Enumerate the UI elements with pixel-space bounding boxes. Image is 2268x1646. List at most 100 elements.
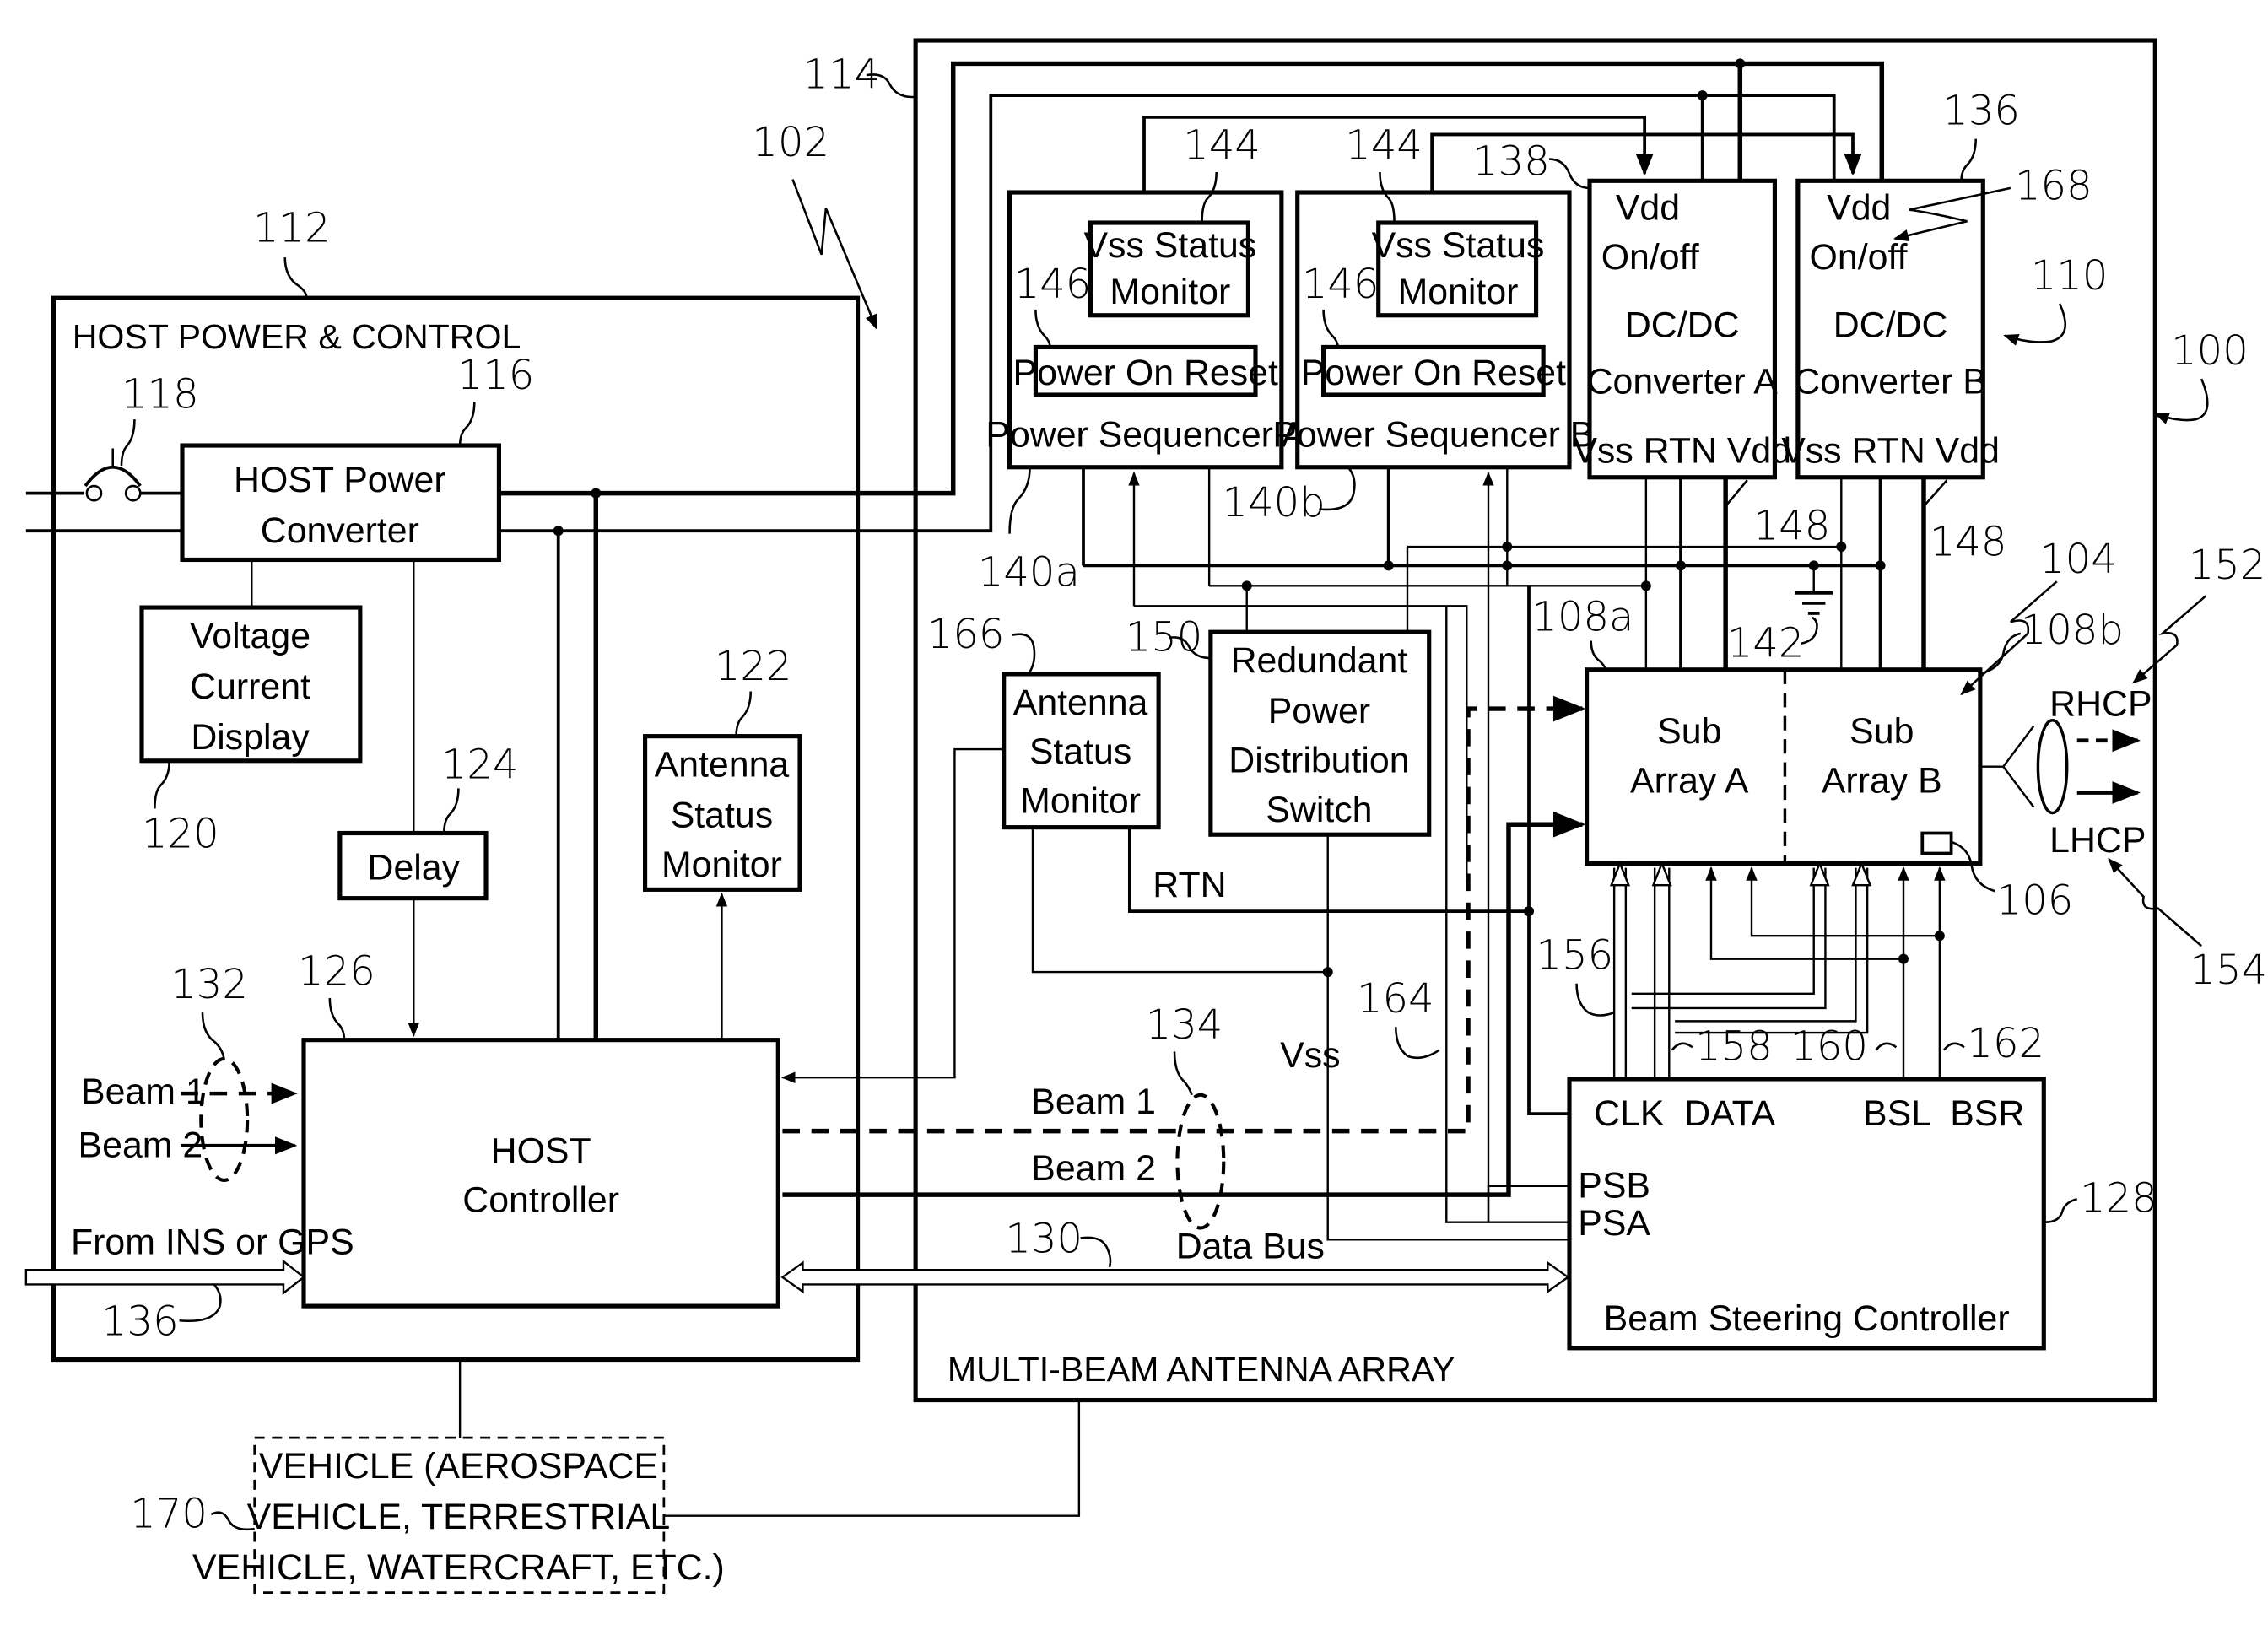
block-diagram: HOST POWER & CONTROL 112 118 HOST Power … [24,38,2267,1594]
dcdc-a-vdd: Vdd [1616,188,1680,229]
host-asm-line1: Antenna [655,745,790,785]
bsc-pins-bsl-bsr: BSL BSR [1863,1093,2024,1134]
rtn-label: RTN [1153,865,1226,905]
antenna-section-title: MULTI-BEAM ANTENNA ARRAY [948,1350,1455,1389]
ref-158: 158 [1695,1023,1773,1071]
junction-dot [1934,931,1945,942]
ref-148-b: 148 [1930,518,2007,565]
power-sequencer-a-label: Power Sequencer A [986,415,1305,456]
sub-array-b-line2: Array B [1822,760,1942,801]
ref-160: 160 [1790,1023,1868,1071]
delay-label: Delay [368,847,461,888]
ref-146-b: 146 [1302,261,1380,308]
ref-126: 126 [298,948,375,996]
ref-128: 128 [2080,1175,2157,1222]
ref-170: 170 [130,1490,208,1537]
host-section-title: HOST POWER & CONTROL [73,317,521,356]
leader-112 [284,257,308,299]
junction-dot [553,526,564,537]
dcdc-b-line2: Converter B [1794,361,1987,402]
ref-144-a: 144 [1183,122,1261,170]
power-sequencer-b-label: Power Sequencer B [1272,415,1594,456]
rpds-line1: Redundant [1231,640,1408,681]
ref-164: 164 [1357,975,1434,1023]
bsc-psa-label: PSA [1578,1203,1650,1244]
ref-130: 130 [1005,1216,1083,1263]
ref-104: 104 [2039,536,2117,583]
ref-156: 156 [1536,932,1614,980]
beam2-label: Beam 2 [1031,1148,1156,1189]
junction-dot [591,488,602,499]
data-bus-label: Data Bus [1176,1227,1325,1267]
vehicle-line3: VEHICLE, WATERCRAFT, ETC.) [192,1547,725,1588]
ref-106: 106 [1996,877,2074,925]
ref-120: 120 [142,811,219,858]
asm-line2: Status [1029,731,1131,772]
ref-102: 102 [752,119,829,166]
ref-166: 166 [927,611,1005,658]
host-asm-line2: Status [671,796,773,836]
lhcp-label: LHCP [2049,820,2146,861]
ref-168: 168 [2015,163,2092,210]
dcdc-b-pins: Vss RTN Vdd [1781,431,2000,472]
junction-dot [1735,58,1746,69]
rhcp-label: RHCP [2049,684,2152,725]
ref-136-host: 136 [101,1298,179,1345]
ref-122: 122 [715,643,792,690]
dcdc-b-line1: DC/DC [1833,305,1948,345]
ref-150: 150 [1126,613,1203,661]
ref-108b: 108b [2021,607,2124,654]
host-asm-line3: Monitor [662,845,782,885]
vss-monitor-a-line2: Monitor [1110,272,1230,312]
antenna-to-vehicle [663,1400,1081,1517]
host-power-converter-line1: HOST Power [234,460,446,500]
vi-display-line3: Display [191,717,310,758]
dcdc-b-onoff: On/off [1810,237,1908,278]
ref-140b: 140b [1223,479,1326,526]
radiating-element-icon [1920,831,1953,855]
vehicle-line1: VEHICLE (AEROSPACE [259,1446,658,1487]
bsc-title: Beam Steering Controller [1604,1298,2010,1339]
vehicle-line2: VEHICLE, TERRESTRIAL [247,1497,671,1537]
por-a-label: Power On Reset [1013,353,1278,393]
ref-148-a: 148 [1753,502,1831,549]
ref-108a: 108a [1531,593,1634,640]
beam1-label: Beam 1 [1031,1082,1156,1122]
ref-152: 152 [2189,542,2266,589]
vi-display-line1: Voltage [190,616,310,656]
ref-140a: 140a [978,548,1080,596]
rpds-line3: Distribution [1228,740,1409,780]
ref-112: 112 [253,204,331,251]
sub-array-b-line1: Sub [1850,711,1914,752]
leader-100 [2153,378,2209,424]
junction-dot [1836,542,1847,553]
dcdc-b-vdd: Vdd [1827,188,1891,229]
vi-display-line2: Current [190,666,310,707]
ref-146-a: 146 [1014,261,1092,308]
ref-154: 154 [2190,947,2267,994]
asm-line1: Antenna [1013,683,1148,723]
rpds-line2: Power [1268,691,1370,731]
dcdc-a-line2: Converter A [1587,361,1779,402]
vss-monitor-b-line2: Monitor [1398,272,1519,312]
sub-array-a-line2: Array A [1630,760,1749,801]
ref-134: 134 [1146,1001,1223,1049]
dcdc-a-pins: Vss RTN Vdd [1573,431,1791,472]
ref-110: 110 [2031,252,2109,300]
ref-162: 162 [1967,1020,2044,1067]
sub-array-a-line1: Sub [1657,711,1721,752]
vss-label: Vss [1280,1035,1340,1076]
bsc-pins-clk-data: CLK DATA [1594,1093,1775,1134]
bsc-psb-label: PSB [1578,1166,1650,1206]
dcdc-a-line1: DC/DC [1625,305,1740,345]
ref-142: 142 [1727,619,1805,666]
vss-monitor-a-line1: Vss Status [1083,225,1256,266]
host-power-converter-line2: Converter [261,510,419,551]
ref-138: 138 [1472,138,1550,185]
host-controller-box [301,1038,780,1309]
ref-136-dcdc: 136 [1942,87,2020,134]
host-controller-line1: HOST [491,1131,591,1171]
junction-dot [1898,953,1909,964]
por-b-label: Power On Reset [1301,353,1566,393]
ref-144-b: 144 [1345,122,1423,170]
